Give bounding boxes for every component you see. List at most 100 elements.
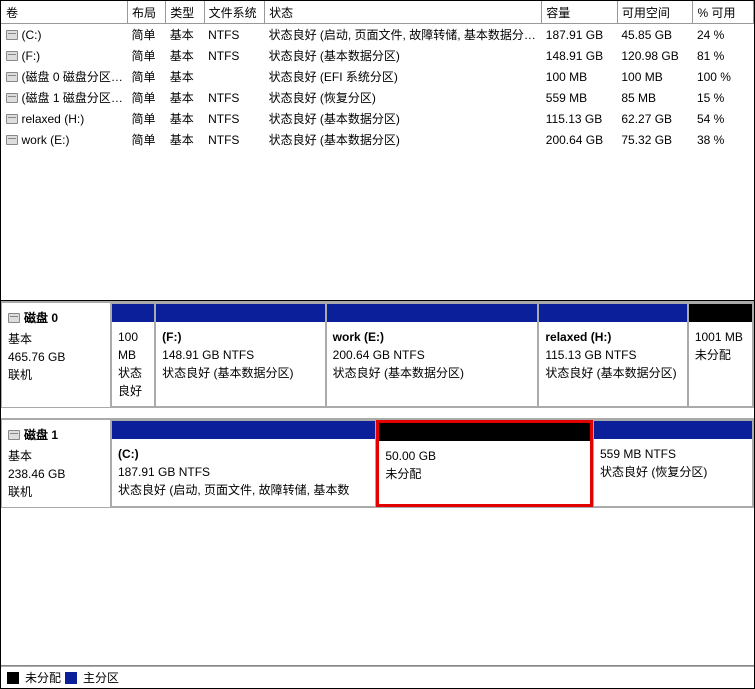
partition-capbar (112, 421, 375, 439)
vol-layout: 简单 (128, 129, 166, 150)
vol-layout: 简单 (128, 108, 166, 129)
vol-free: 100 MB (617, 66, 693, 87)
partition-size: 187.91 GB NTFS (118, 463, 369, 481)
partition-unallocated[interactable]: 50.00 GB未分配 (376, 420, 593, 507)
col-capacity[interactable]: 容量 (542, 2, 618, 24)
partition-size: 1001 MB (695, 328, 746, 346)
volume-list-pane: 卷 布局 类型 文件系统 状态 容量 可用空间 % 可用 (C:)简单基本NTF… (1, 1, 754, 301)
partition-status: 状态良好 (基本数据分区) (333, 364, 532, 382)
col-type[interactable]: 类型 (166, 2, 204, 24)
disk-graphical-pane: 磁盘 0基本465.76 GB联机100 MB状态良好(F:)148.91 GB… (1, 301, 754, 666)
partition-status: 状态良好 (基本数据分区) (545, 364, 680, 382)
partition-capbar (594, 421, 752, 439)
legend-swatch-unallocated (7, 672, 19, 684)
table-row[interactable]: (C:)简单基本NTFS状态良好 (启动, 页面文件, 故障转储, 基本数据分区… (2, 24, 754, 46)
drive-icon (6, 93, 18, 103)
vol-capacity: 100 MB (542, 66, 618, 87)
partition[interactable]: work (E:)200.64 GB NTFS状态良好 (基本数据分区) (326, 303, 539, 407)
vol-fs: NTFS (204, 45, 264, 66)
table-row[interactable]: work (E:)简单基本NTFS状态良好 (基本数据分区)200.64 GB7… (2, 129, 754, 150)
vol-fs: NTFS (204, 87, 264, 108)
vol-capacity: 187.91 GB (542, 24, 618, 46)
partition-capbar (539, 304, 686, 322)
col-fs[interactable]: 文件系统 (204, 2, 264, 24)
drive-icon (6, 72, 18, 82)
col-free[interactable]: 可用空间 (617, 2, 693, 24)
partition[interactable]: (C:)187.91 GB NTFS状态良好 (启动, 页面文件, 故障转储, … (111, 420, 376, 507)
vol-pctfree: 15 % (693, 87, 754, 108)
vol-status: 状态良好 (基本数据分区) (265, 45, 542, 66)
vol-pctfree: 81 % (693, 45, 754, 66)
vol-type: 基本 (166, 129, 204, 150)
disk-icon (8, 430, 20, 440)
table-row[interactable]: (F:)简单基本NTFS状态良好 (基本数据分区)148.91 GB120.98… (2, 45, 754, 66)
disk-name: 磁盘 0 (24, 311, 58, 325)
vol-type: 基本 (166, 66, 204, 87)
vol-name: (F:) (22, 49, 41, 63)
vol-pctfree: 38 % (693, 129, 754, 150)
vol-fs (204, 66, 264, 87)
table-row[interactable]: relaxed (H:)简单基本NTFS状态良好 (基本数据分区)115.13 … (2, 108, 754, 129)
vol-status: 状态良好 (基本数据分区) (265, 129, 542, 150)
partition-name: (F:) (162, 328, 319, 346)
partition-unallocated[interactable]: 1001 MB未分配 (688, 303, 753, 407)
disk-row: 磁盘 0基本465.76 GB联机100 MB状态良好(F:)148.91 GB… (1, 301, 754, 408)
partition[interactable]: 559 MB NTFS状态良好 (恢复分区) (593, 420, 753, 507)
vol-capacity: 148.91 GB (542, 45, 618, 66)
table-row[interactable]: (磁盘 1 磁盘分区 3)简单基本NTFS状态良好 (恢复分区)559 MB85… (2, 87, 754, 108)
vol-fs: NTFS (204, 108, 264, 129)
disk-label[interactable]: 磁盘 0基本465.76 GB联机 (1, 302, 111, 408)
col-volume[interactable]: 卷 (2, 2, 128, 24)
disk-capacity: 238.46 GB (8, 465, 104, 483)
partition-status: 状态良好 (启动, 页面文件, 故障转储, 基本数 (118, 481, 369, 499)
vol-fs: NTFS (204, 129, 264, 150)
vol-type: 基本 (166, 45, 204, 66)
disk-management-window: 卷 布局 类型 文件系统 状态 容量 可用空间 % 可用 (C:)简单基本NTF… (0, 0, 755, 689)
disk-type: 基本 (8, 447, 104, 465)
partition[interactable]: 100 MB状态良好 (111, 303, 155, 407)
col-layout[interactable]: 布局 (128, 2, 166, 24)
legend: 未分配 主分区 (1, 666, 754, 688)
partition-name: work (E:) (333, 328, 532, 346)
col-pctfree[interactable]: % 可用 (693, 2, 754, 24)
partition-size: 559 MB NTFS (600, 445, 746, 463)
disk-label[interactable]: 磁盘 1基本238.46 GB联机 (1, 419, 111, 508)
col-status[interactable]: 状态 (265, 2, 542, 24)
vol-status: 状态良好 (基本数据分区) (265, 108, 542, 129)
disk-name: 磁盘 1 (24, 428, 58, 442)
vol-fs: NTFS (204, 24, 264, 46)
table-row[interactable]: (磁盘 0 磁盘分区 1)简单基本状态良好 (EFI 系统分区)100 MB10… (2, 66, 754, 87)
partition[interactable]: relaxed (H:)115.13 GB NTFS状态良好 (基本数据分区) (538, 303, 687, 407)
vol-free: 85 MB (617, 87, 693, 108)
partition-size: 115.13 GB NTFS (545, 346, 680, 364)
drive-icon (6, 51, 18, 61)
disk-partition-strip: (C:)187.91 GB NTFS状态良好 (启动, 页面文件, 故障转储, … (111, 419, 754, 508)
vol-status: 状态良好 (恢复分区) (265, 87, 542, 108)
partition[interactable]: (F:)148.91 GB NTFS状态良好 (基本数据分区) (155, 303, 326, 407)
vol-layout: 简单 (128, 87, 166, 108)
partition-capbar (156, 304, 325, 322)
vol-capacity: 559 MB (542, 87, 618, 108)
partition-size: 100 MB (118, 328, 148, 364)
vol-free: 45.85 GB (617, 24, 693, 46)
vol-layout: 简单 (128, 24, 166, 46)
partition-status: 未分配 (695, 346, 746, 364)
vol-status: 状态良好 (EFI 系统分区) (265, 66, 542, 87)
partition-capbar (689, 304, 752, 322)
partition-size: 50.00 GB (385, 447, 584, 465)
legend-label-unallocated: 未分配 (25, 669, 61, 686)
partition-capbar (379, 423, 590, 441)
drive-icon (6, 114, 18, 124)
partition-name: (C:) (118, 445, 369, 463)
vol-layout: 简单 (128, 66, 166, 87)
vol-name: (磁盘 1 磁盘分区 3) (22, 91, 125, 105)
vol-free: 75.32 GB (617, 129, 693, 150)
disk-row: 磁盘 1基本238.46 GB联机(C:)187.91 GB NTFS状态良好 … (1, 418, 754, 508)
vol-name: work (E:) (22, 133, 70, 147)
vol-free: 120.98 GB (617, 45, 693, 66)
volume-table[interactable]: 卷 布局 类型 文件系统 状态 容量 可用空间 % 可用 (C:)简单基本NTF… (1, 1, 754, 150)
partition-status: 状态良好 (118, 364, 148, 400)
disk-partition-strip: 100 MB状态良好(F:)148.91 GB NTFS状态良好 (基本数据分区… (111, 302, 754, 408)
vol-pctfree: 54 % (693, 108, 754, 129)
vol-capacity: 115.13 GB (542, 108, 618, 129)
